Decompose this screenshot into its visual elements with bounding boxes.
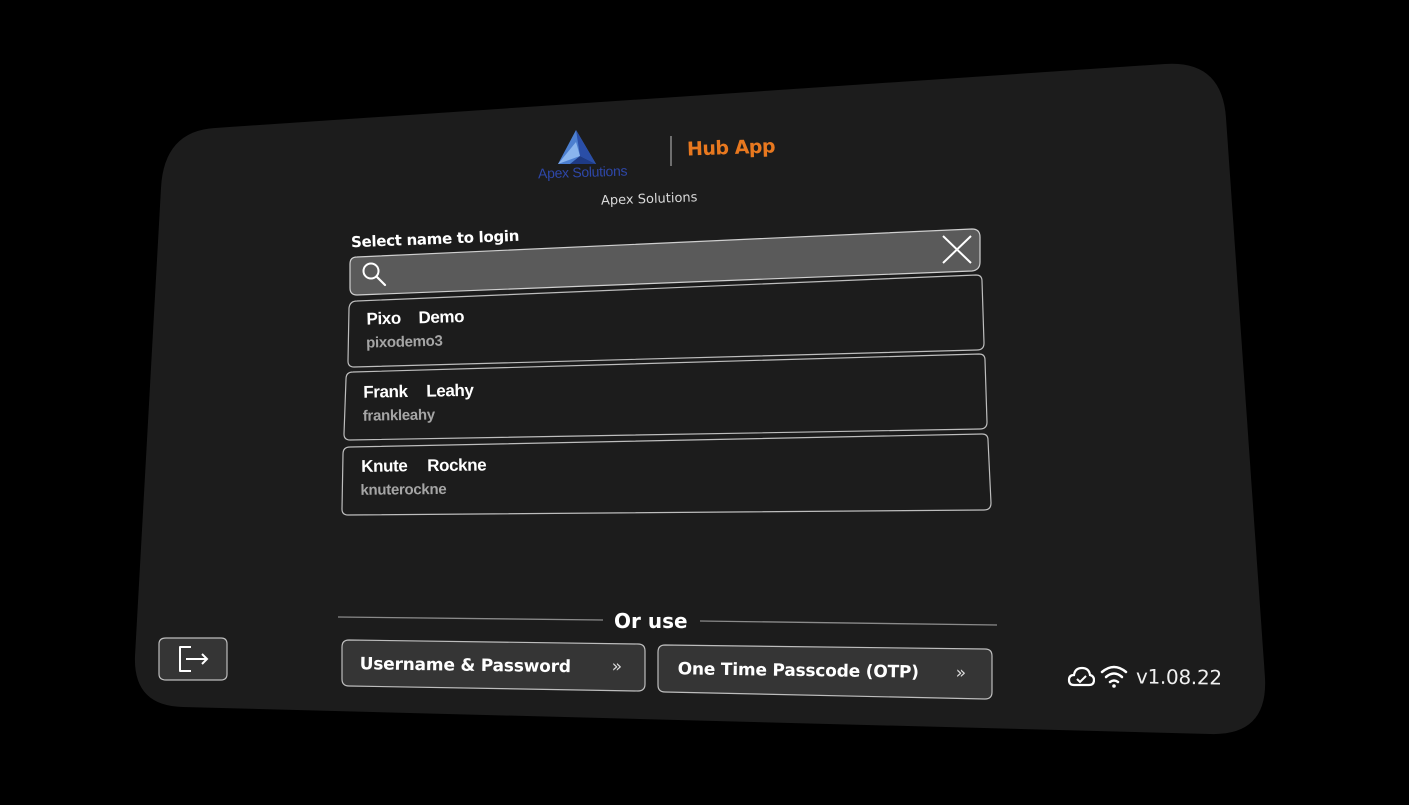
app-title: Hub App <box>686 135 776 161</box>
user-row[interactable]: Knute Rockne knuterockne <box>344 441 990 512</box>
otp-label: One Time Passcode (OTP) <box>677 659 919 683</box>
user-username: knuterockne <box>360 480 447 499</box>
double-chevron-right-icon: » <box>611 656 623 677</box>
user-last-name: Rockne <box>427 455 487 476</box>
user-last-name: Demo <box>418 307 465 328</box>
double-chevron-right-icon: » <box>955 663 967 684</box>
search-icon <box>360 260 388 288</box>
app-version: v1.08.22 <box>1135 664 1222 690</box>
user-username: pixodemo3 <box>365 332 443 352</box>
cloud-sync-icon <box>1067 664 1096 690</box>
user-first-name: Knute <box>361 456 408 476</box>
user-row[interactable]: Frank Leahy frankleahy <box>347 362 986 437</box>
wifi-icon <box>1100 663 1128 689</box>
logout-icon <box>179 646 209 672</box>
logo-wordmark: Apex Solutions <box>537 162 628 182</box>
username-password-button[interactable]: Username & Password » <box>343 641 644 693</box>
user-first-name: Frank <box>363 381 408 402</box>
user-last-name: Leahy <box>426 380 474 401</box>
close-icon[interactable] <box>939 232 975 268</box>
otp-button[interactable]: One Time Passcode (OTP) » <box>659 646 992 701</box>
logout-button[interactable] <box>159 638 227 680</box>
alternative-login-heading: Or use <box>614 609 688 633</box>
user-first-name: Pixo <box>366 308 402 329</box>
header-divider <box>670 136 672 166</box>
login-screen: Apex Solutions Hub App Apex Solutions Se… <box>0 0 1409 805</box>
user-username: frankleahy <box>362 406 435 425</box>
username-password-label: Username & Password <box>359 654 571 678</box>
